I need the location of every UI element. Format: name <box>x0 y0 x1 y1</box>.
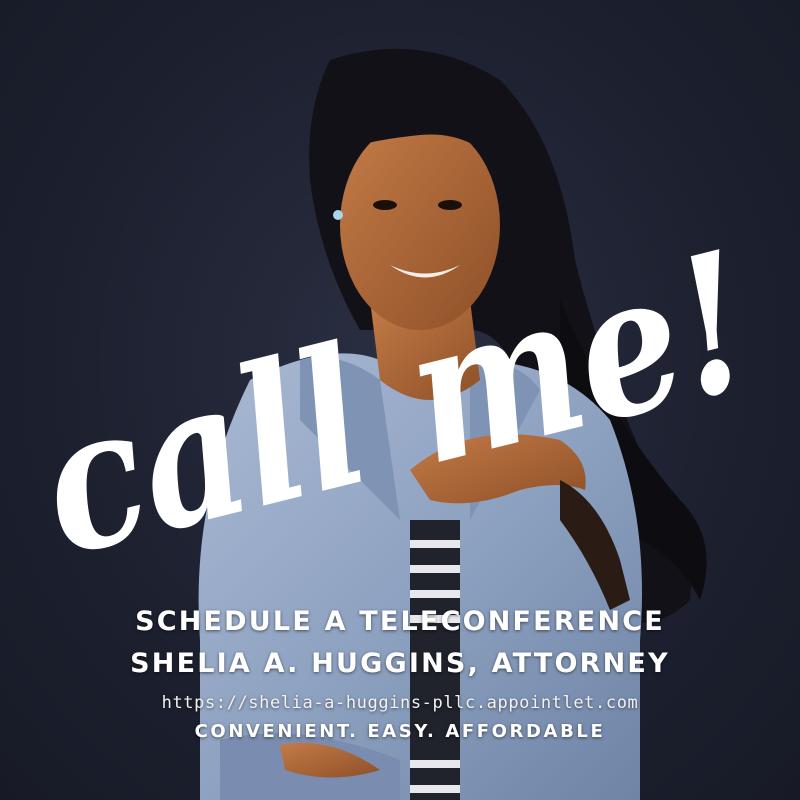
face <box>340 120 500 330</box>
tagline-text: CONVENIENT. EASY. AFFORDABLE <box>194 721 606 742</box>
promo-graphic: call me! SCHEDULE A TELECONFERENCE SHELI… <box>0 0 800 800</box>
schedule-teleconference-text: SCHEDULE A TELECONFERENCE <box>135 606 665 637</box>
appointment-url[interactable]: https://shelia-a-huggins-pllc.appointlet… <box>0 693 800 713</box>
attorney-portrait-photo <box>198 48 707 800</box>
attorney-name-text: SHELIA A. HUGGINS, ATTORNEY <box>130 648 670 679</box>
earring <box>333 210 343 220</box>
